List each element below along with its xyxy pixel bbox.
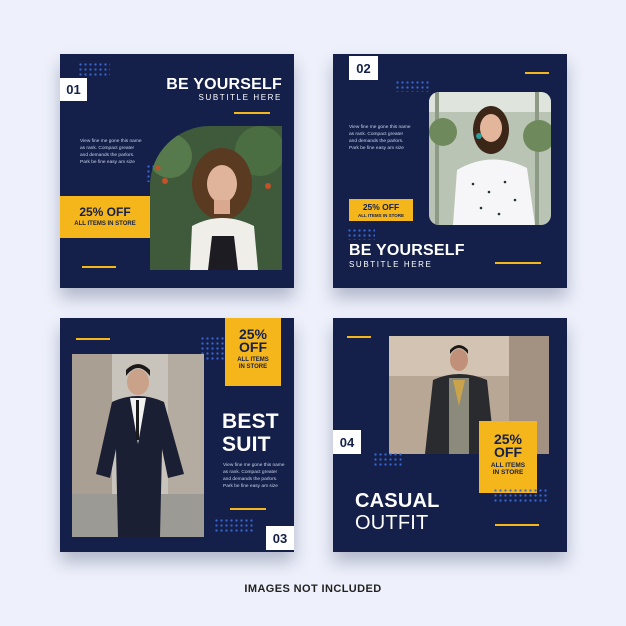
card-title: BEST SUIT: [222, 410, 279, 456]
badge-caption: ALL ITEMS: [490, 462, 526, 469]
card-title: BE YOURSELF: [166, 76, 282, 93]
badge-caption: ALL ITEMS: [237, 357, 269, 363]
discount-badge[interactable]: 25% OFF ALL ITEMS IN STORE: [349, 199, 413, 221]
accent-line: [495, 262, 541, 264]
footer-note: IMAGES NOT INCLUDED: [244, 583, 382, 595]
dot-pattern: [78, 62, 110, 76]
badge-discount: 25% OFF: [79, 205, 131, 219]
dot-pattern: [493, 488, 549, 504]
discount-badge[interactable]: 25% OFF ALL ITEMS IN STORE: [60, 196, 150, 238]
badge-caption: ALL ITEMS IN STORE: [74, 221, 136, 227]
card-number: 01: [60, 78, 87, 101]
badge-discount: 25% OFF: [362, 202, 400, 212]
discount-badge[interactable]: 25% OFF ALL ITEMS IN STORE: [479, 421, 537, 493]
model-photo: [429, 92, 551, 225]
card-number: 02: [349, 56, 378, 80]
discount-badge[interactable]: 25% OFF ALL ITEMS IN STORE: [225, 318, 281, 386]
card-title: CASUAL OUTFIT: [355, 490, 440, 534]
accent-line: [347, 336, 371, 338]
badge-caption: IN STORE: [492, 469, 524, 476]
accent-line: [234, 112, 270, 114]
model-photo: [150, 126, 282, 270]
card-subtitle: SUBTITLE HERE: [198, 93, 282, 102]
badge-off: OFF: [239, 339, 267, 355]
dot-pattern: [395, 80, 429, 92]
accent-line: [525, 72, 549, 74]
card-subtitle: SUBTITLE HERE: [349, 260, 433, 269]
accent-line: [230, 508, 266, 510]
badge-caption: ALL ITEMS IN STORE: [357, 213, 405, 218]
accent-line: [76, 338, 110, 340]
dot-pattern: [347, 228, 375, 240]
card-number: 03: [266, 526, 294, 550]
badge-off: OFF: [494, 444, 522, 460]
card-number: 04: [333, 430, 361, 454]
accent-line: [82, 266, 116, 268]
post-card-2: 02 View fine me gone this name as rank. …: [333, 54, 567, 288]
dot-pattern: [373, 452, 403, 468]
post-card-3: 25% OFF ALL ITEMS IN STORE BEST SUIT Vie…: [60, 318, 294, 552]
post-card-4: 04 25% OFF ALL ITEMS IN STORE CASUAL OUT…: [333, 318, 567, 552]
model-photo: [72, 354, 204, 537]
card-title: BE YOURSELF: [349, 242, 465, 259]
dot-pattern: [214, 518, 254, 532]
accent-line: [495, 524, 539, 526]
body-text: View fine me gone this name as rank. Com…: [349, 125, 411, 151]
badge-caption: IN STORE: [238, 364, 268, 370]
body-text: View fine me gone this name as rank. Com…: [80, 139, 142, 165]
body-text: View fine me gone this name as rank. Com…: [223, 463, 285, 489]
post-card-1: 01 BE YOURSELF SUBTITLE HERE View fine m…: [60, 54, 294, 288]
